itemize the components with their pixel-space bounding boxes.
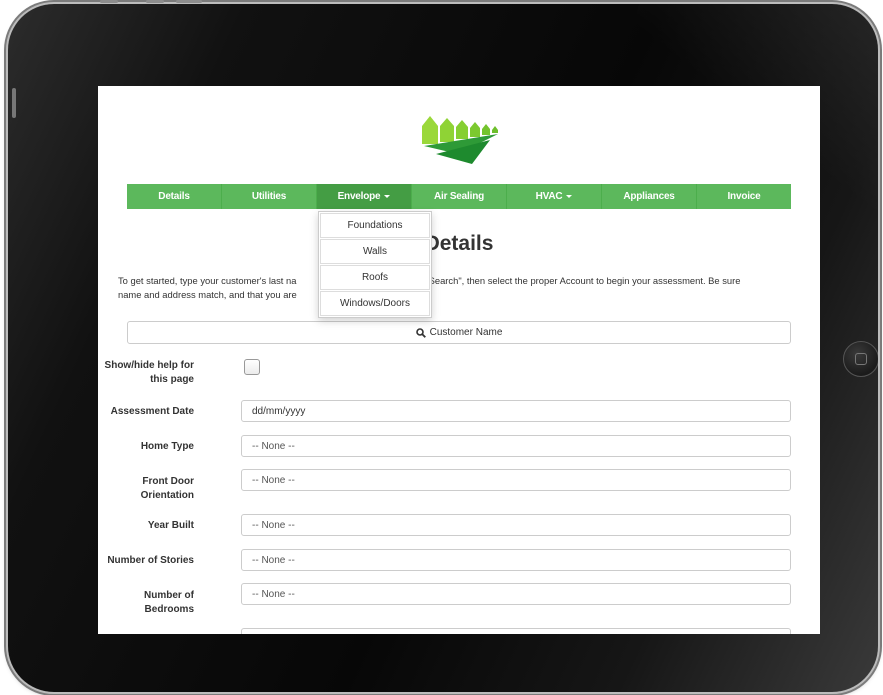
intro-text: To get started, type your customer's las… [118,274,808,302]
logo [422,116,498,164]
menu-item-roofs[interactable]: Roofs [320,265,430,290]
nav-label: Invoice [727,191,761,202]
home-square-icon [855,353,867,365]
top-button [100,0,118,3]
assessment-date-label: Assessment Date [110,406,194,417]
top-button [176,0,202,3]
search-label: Customer Name [429,327,503,338]
home-type-label: Home Type [140,441,194,452]
screen: Details Utilities Envelope Air Sealing H… [98,86,820,634]
main-navbar: Details Utilities Envelope Air Sealing H… [127,184,791,209]
bedrooms-select[interactable]: -- None -- [241,583,791,605]
caret-down-icon [566,195,573,198]
page-title: Details [424,232,494,255]
nav-label: Envelope [337,191,381,202]
stories-select[interactable]: -- None -- [241,549,791,571]
side-button [12,88,16,118]
next-field[interactable] [241,628,791,634]
customer-search-button[interactable]: Customer Name [127,321,791,344]
intro-line1: To get started, type your customer's las… [118,275,297,286]
top-button [146,0,164,3]
help-toggle-label: Show/hide help for this page [104,360,194,385]
menu-item-walls[interactable]: Walls [320,239,430,264]
nav-envelope[interactable]: Envelope [317,184,412,209]
menu-item-windows-doors[interactable]: Windows/Doors [320,291,430,316]
assessment-date-field[interactable]: dd/mm/yyyy [241,400,791,422]
front-door-select[interactable]: -- None -- [241,469,791,491]
help-toggle-checkbox[interactable] [244,359,260,375]
tablet-frame: Details Utilities Envelope Air Sealing H… [8,4,878,692]
search-icon [415,327,426,338]
year-built-select[interactable]: -- None -- [241,514,791,536]
nav-air-sealing[interactable]: Air Sealing [412,184,507,209]
nav-hvac[interactable]: HVAC [507,184,602,209]
nav-label: Utilities [251,191,287,202]
bedrooms-label: Number of Bedrooms [144,590,194,615]
nav-label: HVAC [535,191,563,202]
nav-label: Details [158,191,190,202]
nav-appliances[interactable]: Appliances [602,184,697,209]
home-button[interactable] [843,341,878,377]
nav-invoice[interactable]: Invoice [697,184,791,209]
nav-details[interactable]: Details [127,184,222,209]
envelope-dropdown-menu: Foundations Walls Roofs Windows/Doors [318,211,432,318]
caret-down-icon [384,195,391,198]
intro-line2: name and address match, and that you are [118,289,297,300]
front-door-label: Front Door Orientation [140,476,194,501]
year-built-label: Year Built [147,520,194,531]
home-type-select[interactable]: -- None -- [241,435,791,457]
stories-label: Number of Stories [107,555,194,566]
nav-label: Air Sealing [433,191,485,202]
nav-label: Appliances [623,191,675,202]
menu-item-foundations[interactable]: Foundations [320,213,430,238]
nav-utilities[interactable]: Utilities [222,184,317,209]
intro-line1-rest: tap "Search", then select the proper Acc… [409,275,741,286]
